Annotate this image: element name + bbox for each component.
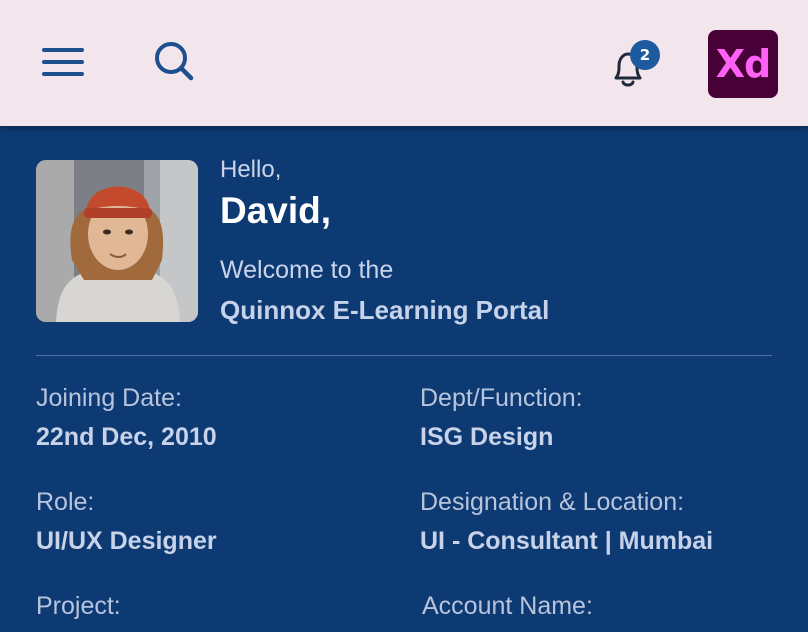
- role-label: Role:: [36, 488, 95, 516]
- user-name: David,: [220, 190, 332, 231]
- greeting-text: Hello,: [220, 156, 282, 183]
- joining-date-label: Joining Date:: [36, 384, 182, 412]
- divider: [36, 355, 772, 356]
- role-field: Role: UI/UX Designer: [36, 488, 217, 556]
- portal-name: Quinnox E-Learning Portal: [220, 295, 550, 325]
- top-app-bar: 2 Xd: [0, 0, 808, 126]
- account-name-field: Account Name:: [422, 592, 593, 621]
- search-icon[interactable]: [152, 40, 198, 84]
- designation-location-value: UI - Consultant | Mumbai: [420, 527, 714, 555]
- adobe-xd-app-icon[interactable]: Xd: [708, 30, 778, 98]
- avatar[interactable]: [36, 160, 198, 322]
- project-label: Project:: [36, 592, 121, 620]
- account-name-label: Account Name:: [422, 592, 593, 620]
- joining-date-field: Joining Date: 22nd Dec, 2010: [36, 384, 217, 452]
- designation-location-field: Designation & Location: UI - Consultant …: [420, 488, 713, 556]
- dept-function-field: Dept/Function: ISG Design: [420, 384, 583, 452]
- project-field: Project:: [36, 592, 121, 621]
- joining-date-value: 22nd Dec, 2010: [36, 423, 217, 451]
- welcome-text: Welcome to the: [220, 256, 394, 284]
- role-value: UI/UX Designer: [36, 527, 217, 555]
- dept-function-label: Dept/Function:: [420, 384, 583, 412]
- menu-icon[interactable]: [40, 46, 86, 78]
- profile-card: Hello, David, Welcome to the Quinnox E-L…: [0, 126, 808, 632]
- designation-location-label: Designation & Location:: [420, 488, 685, 516]
- dept-function-value: ISG Design: [420, 423, 554, 451]
- notification-badge: 2: [630, 40, 660, 70]
